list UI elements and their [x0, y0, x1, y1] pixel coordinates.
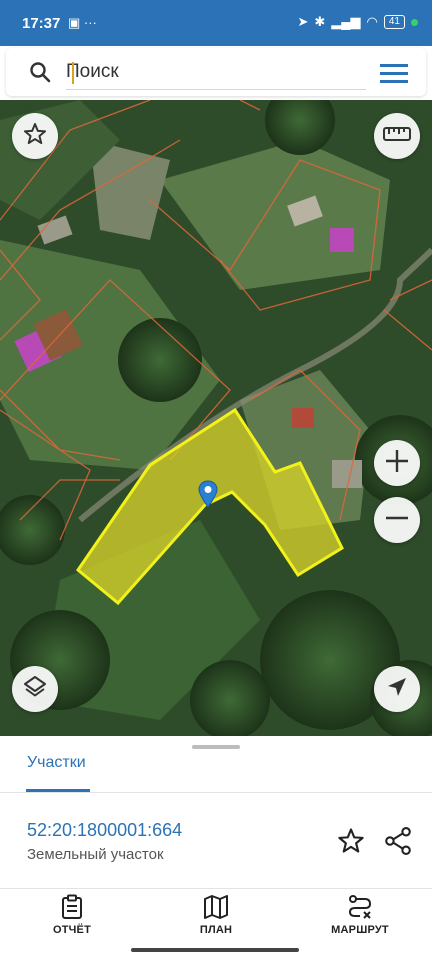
signal-icon: ▂▄▆ [331, 14, 361, 29]
search-input[interactable] [66, 54, 366, 90]
star-icon [22, 121, 48, 152]
share-icon [385, 827, 411, 855]
drag-handle[interactable] [192, 745, 240, 749]
nav-plan[interactable]: ПЛАН [161, 894, 271, 936]
clock: 17:37 [22, 15, 61, 32]
nav-report[interactable]: ОТЧЁТ [17, 894, 127, 936]
location-pin-icon [198, 480, 218, 513]
measure-button[interactable] [374, 113, 420, 159]
menu-icon[interactable] [380, 62, 408, 89]
star-icon [338, 828, 364, 853]
my-location-button[interactable] [374, 666, 420, 712]
tab-parcels[interactable]: Участки [27, 754, 86, 772]
favorite-button[interactable] [12, 113, 58, 159]
satellite-map[interactable] [0, 100, 432, 736]
map-icon [204, 895, 228, 919]
bluetooth-icon: ✱ [314, 14, 326, 29]
status-icons: ➤ ✱ ▂▄▆ ◠ 41 [297, 14, 418, 30]
my-location-icon [386, 676, 408, 703]
search-icon[interactable] [28, 60, 52, 89]
status-bar: 17:37 ▣ ··· ➤ ✱ ▂▄▆ ◠ 41 [0, 0, 432, 46]
share-button[interactable] [384, 826, 412, 861]
indicator-dot [411, 18, 418, 26]
bottom-sheet: Участки 52:20:1800001:664 Земельный учас… [0, 736, 432, 960]
zoom-out-icon [384, 505, 410, 536]
location-arrow-icon: ➤ [297, 14, 309, 29]
search-bar [6, 48, 426, 96]
zoom-in-icon [384, 448, 410, 479]
nav-route-label: МАРШРУТ [331, 924, 389, 936]
text-cursor [72, 62, 74, 84]
wifi-icon: ◠ [366, 14, 378, 29]
layers-icon [22, 674, 48, 705]
favorite-parcel-button[interactable] [336, 826, 366, 861]
nav-plan-label: ПЛАН [199, 924, 233, 936]
zoom-out-button[interactable] [374, 497, 420, 543]
zoom-in-button[interactable] [374, 440, 420, 486]
divider [0, 792, 432, 793]
nav-route[interactable]: МАРШРУТ [305, 894, 415, 936]
nav-report-label: ОТЧЁТ [52, 924, 92, 936]
home-indicator [131, 948, 299, 952]
ruler-icon [383, 125, 411, 148]
layers-button[interactable] [12, 666, 58, 712]
route-icon [348, 895, 372, 919]
notification-icons: ▣ ··· [68, 15, 97, 30]
cadastral-number-link[interactable]: 52:20:1800001:664 [27, 820, 182, 841]
map-imagery [0, 100, 432, 736]
battery-icon: 41 [383, 15, 405, 29]
clipboard-icon [62, 894, 82, 919]
divider [0, 888, 432, 889]
parcel-type: Земельный участок [27, 846, 164, 863]
